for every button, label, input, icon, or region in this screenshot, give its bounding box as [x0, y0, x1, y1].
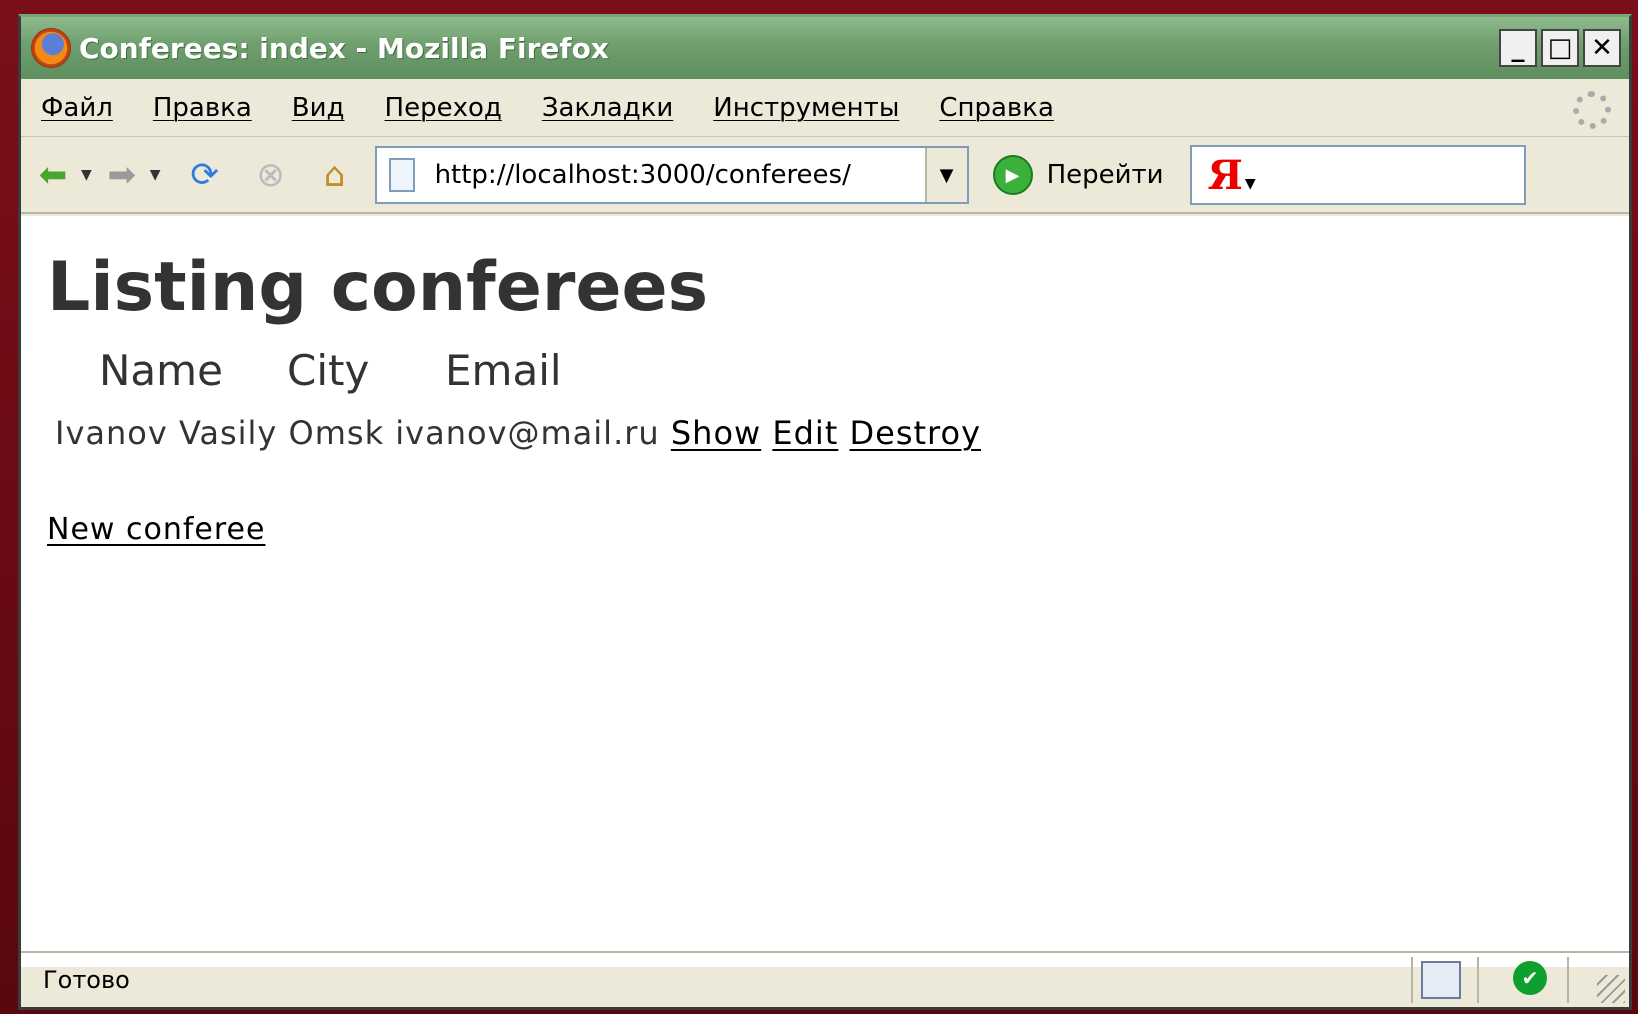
- close-button[interactable]: ✕: [1583, 29, 1621, 67]
- cell-name: Ivanov Vasily: [55, 414, 278, 452]
- window-controls: _ □ ✕: [1499, 29, 1621, 67]
- address-dropdown-icon[interactable]: ▼: [924, 148, 967, 202]
- status-text: Готово: [43, 966, 130, 994]
- menu-help[interactable]: Справка: [939, 93, 1054, 123]
- minimize-button[interactable]: _: [1499, 29, 1537, 67]
- go-arrow-icon: ▶: [992, 155, 1033, 195]
- status-divider: [1411, 957, 1413, 1003]
- menu-bar: Файл Правка Вид Переход Закладки Инструм…: [21, 79, 1629, 137]
- home-icon[interactable]: ⌂: [313, 153, 357, 197]
- go-label: Перейти: [1046, 160, 1164, 190]
- stop-icon[interactable]: ⊗: [249, 153, 293, 197]
- browser-window: Conferees: index - Mozilla Firefox _ □ ✕…: [18, 14, 1632, 1010]
- menu-tools[interactable]: Инструменты: [713, 93, 899, 123]
- forward-history-dropdown-icon[interactable]: ▼: [150, 167, 161, 183]
- forward-arrow-icon[interactable]: ➡: [100, 153, 144, 197]
- table-row: Ivanov Vasily Omsk ivanov@mail.ru Show E…: [55, 414, 981, 452]
- back-history-dropdown-icon[interactable]: ▼: [81, 167, 92, 183]
- menu-file[interactable]: Файл: [41, 93, 113, 123]
- yandex-search-icon[interactable]: Я: [1208, 152, 1243, 199]
- column-header-email: Email: [445, 346, 562, 395]
- address-bar[interactable]: http://localhost:3000/conferees/ ▼: [374, 146, 969, 204]
- address-url[interactable]: http://localhost:3000/conferees/: [435, 160, 851, 190]
- checkmark-icon[interactable]: ✔: [1513, 961, 1547, 995]
- status-divider: [1567, 957, 1569, 1003]
- status-divider: [1477, 957, 1479, 1003]
- column-header-city: City: [287, 346, 370, 395]
- column-header-name: Name: [99, 346, 223, 395]
- reload-icon[interactable]: ⟳: [183, 153, 227, 197]
- search-box[interactable]: Я ▼: [1189, 145, 1526, 205]
- edit-link[interactable]: Edit: [772, 414, 838, 452]
- menu-go[interactable]: Переход: [385, 93, 502, 123]
- resize-grip-icon[interactable]: [1597, 975, 1625, 1003]
- page-icon: [388, 158, 415, 192]
- go-button[interactable]: ▶ Перейти: [992, 155, 1164, 195]
- back-arrow-icon[interactable]: ⬅: [31, 153, 75, 197]
- window-title: Conferees: index - Mozilla Firefox: [79, 31, 609, 65]
- destroy-link[interactable]: Destroy: [850, 414, 982, 452]
- search-engine-dropdown-icon[interactable]: ▼: [1245, 176, 1256, 192]
- show-link[interactable]: Show: [671, 414, 761, 452]
- new-conferee-link[interactable]: New conferee: [47, 512, 265, 547]
- throbber-icon: [1573, 91, 1611, 129]
- cell-email: ivanov@mail.ru: [395, 414, 660, 452]
- firefox-logo-icon: [31, 28, 71, 68]
- menu-view[interactable]: Вид: [292, 93, 345, 123]
- navigation-toolbar: ⬅ ▼ ➡ ▼ ⟳ ⊗ ⌂ http://localhost:3000/conf…: [21, 138, 1629, 214]
- page-title: Listing conferees: [47, 248, 709, 327]
- title-bar[interactable]: Conferees: index - Mozilla Firefox _ □ ✕: [21, 17, 1629, 79]
- cell-city: Omsk: [288, 414, 385, 452]
- status-bar: Готово ✔: [21, 951, 1629, 1007]
- page-content: Listing conferees Name City Email Ivanov…: [21, 216, 1629, 967]
- menu-bookmarks[interactable]: Закладки: [542, 93, 673, 123]
- menu-edit[interactable]: Правка: [153, 93, 252, 123]
- maximize-button[interactable]: □: [1541, 29, 1579, 67]
- edit-page-icon[interactable]: [1421, 961, 1461, 999]
